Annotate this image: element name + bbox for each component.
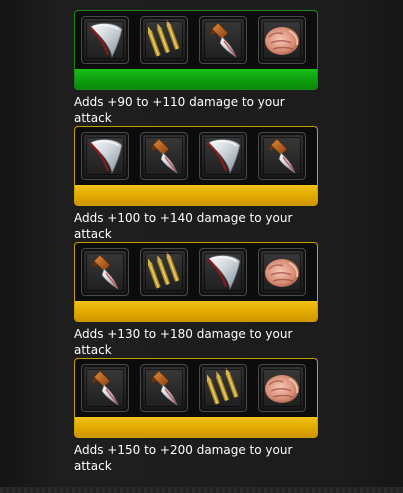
fist-icon (265, 375, 299, 403)
item-slot[interactable] (81, 248, 129, 296)
combo-2-description: Adds +100 to +140 damage to your attack (74, 211, 293, 241)
combo-2-panel[interactable] (74, 126, 318, 206)
combo-4-description: Adds +150 to +200 damage to your attack (74, 443, 293, 473)
item-slot[interactable] (140, 132, 188, 180)
combo-3-status-bar (75, 301, 317, 321)
bullets-icon (147, 251, 180, 289)
bullets-icon (206, 367, 239, 405)
combo-2: Adds +100 to +140 damage to your attack (74, 126, 318, 242)
blade-icon (89, 139, 123, 175)
combo-1-description: Adds +90 to +110 damage to your attack (74, 95, 285, 125)
combo-2-status-bar (75, 185, 317, 205)
combo-1-status-bar (75, 69, 317, 89)
combo-3-description: Adds +130 to +180 damage to your attack (74, 327, 293, 357)
knife-icon (92, 254, 119, 290)
knife-icon (210, 22, 237, 58)
blade-icon (207, 139, 241, 175)
item-slot[interactable] (258, 364, 306, 412)
blade-icon (89, 23, 123, 59)
knife-icon (92, 370, 119, 406)
item-slot[interactable] (140, 364, 188, 412)
combo-3-panel[interactable] (74, 242, 318, 322)
bullets-icon (147, 19, 180, 57)
blade-icon (207, 255, 241, 291)
combo-1-panel[interactable] (74, 10, 318, 90)
combo-3-slots (75, 243, 317, 300)
item-slot[interactable] (81, 364, 129, 412)
item-slot[interactable] (199, 248, 247, 296)
item-slot[interactable] (258, 16, 306, 64)
page-bottom-border (0, 487, 403, 493)
knife-icon (269, 138, 296, 174)
item-slot[interactable] (258, 248, 306, 296)
combo-4-slots (75, 359, 317, 416)
item-slot[interactable] (140, 248, 188, 296)
combo-1-slots (75, 11, 317, 68)
item-slot[interactable] (199, 132, 247, 180)
fist-icon (265, 259, 299, 287)
combo-4-panel[interactable] (74, 358, 318, 438)
item-slot[interactable] (140, 16, 188, 64)
combo-2-slots (75, 127, 317, 184)
combo-4: Adds +150 to +200 damage to your attack (74, 358, 318, 474)
combo-1: Adds +90 to +110 damage to your attack (74, 10, 318, 126)
knife-icon (151, 370, 178, 406)
combo-4-status-bar (75, 417, 317, 437)
knife-icon (151, 138, 178, 174)
combo-3: Adds +130 to +180 damage to your attack (74, 242, 318, 358)
item-slot[interactable] (81, 16, 129, 64)
item-slot[interactable] (199, 16, 247, 64)
fist-icon (265, 27, 299, 55)
item-slot[interactable] (258, 132, 306, 180)
item-slot[interactable] (199, 364, 247, 412)
item-slot[interactable] (81, 132, 129, 180)
